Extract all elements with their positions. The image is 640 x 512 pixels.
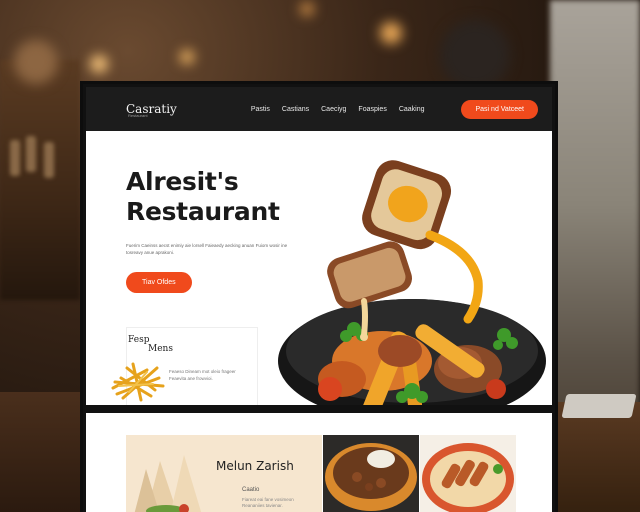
monitor: Casratiy Restaurant Pastis Castians Caec… <box>80 81 558 512</box>
background-person <box>440 20 510 90</box>
background-bottle <box>10 140 20 176</box>
nav-link-pastis[interactable]: Pastis <box>251 106 270 113</box>
background-lamp <box>180 50 194 64</box>
navbar: Casratiy Restaurant Pastis Castians Caec… <box>86 87 552 131</box>
hero-title-line1: Alresit's <box>126 167 239 196</box>
wrap-image <box>134 455 202 512</box>
stew-card[interactable] <box>323 435 419 512</box>
featured-dish-card[interactable]: Melun Zarish Caatio Fiareat eai fane vos… <box>126 435 322 512</box>
rice-image <box>420 435 516 512</box>
nav-link-caaking[interactable]: Caaking <box>399 106 425 113</box>
hero-title-line2: Restaurant <box>126 197 280 226</box>
fries-image <box>111 362 165 402</box>
nav-link-castians[interactable]: Castians <box>282 106 309 113</box>
hero-description: Fuerim Caeinss aecst enimiy aie lorsell … <box>126 243 288 255</box>
background-shelf <box>0 60 80 300</box>
hero-cta-button[interactable]: Tiav Ofdes <box>126 272 192 293</box>
background-plate <box>14 40 58 84</box>
background-bottle <box>26 136 36 172</box>
background-lamp <box>300 2 314 16</box>
hero-food-image <box>278 160 546 405</box>
hero-section: Alresit's Restaurant Fuerim Caeinss aecs… <box>86 131 552 405</box>
background-lamp <box>90 55 108 73</box>
featured-dish-subtitle: Caatio <box>242 487 260 493</box>
background-bottle <box>44 142 54 178</box>
featured-dish-description: Fiareat eai fane vosimeon Reananiies tav… <box>242 497 294 508</box>
menu-section: Melun Zarish Caatio Fiareat eai fane vos… <box>86 413 552 512</box>
background-table <box>556 402 640 512</box>
background-lamp <box>380 22 402 44</box>
background-device <box>561 394 637 418</box>
menu-card[interactable]: Fesp Mens Feaeso Dineam mot oleio fragee… <box>111 327 258 405</box>
nav-links: Pastis Castians Caeciyg Foaspies Caaking <box>251 106 425 113</box>
background-table <box>0 392 82 512</box>
website-screen: Casratiy Restaurant Pastis Castians Caec… <box>86 87 552 512</box>
featured-dish-title: Melun Zarish <box>216 459 294 473</box>
site-logo-subtitle: Restaurant <box>128 113 148 118</box>
rice-card[interactable] <box>420 435 516 512</box>
stew-image <box>325 443 417 511</box>
nav-link-caeciyg[interactable]: Caeciyg <box>321 106 346 113</box>
menu-card-description: Feaeso Dineam mot oleio frageer Feaevita… <box>169 369 236 381</box>
nav-cta-button[interactable]: Pasi nd Vatceet <box>461 99 538 119</box>
nav-link-foaspies[interactable]: Foaspies <box>358 106 386 113</box>
